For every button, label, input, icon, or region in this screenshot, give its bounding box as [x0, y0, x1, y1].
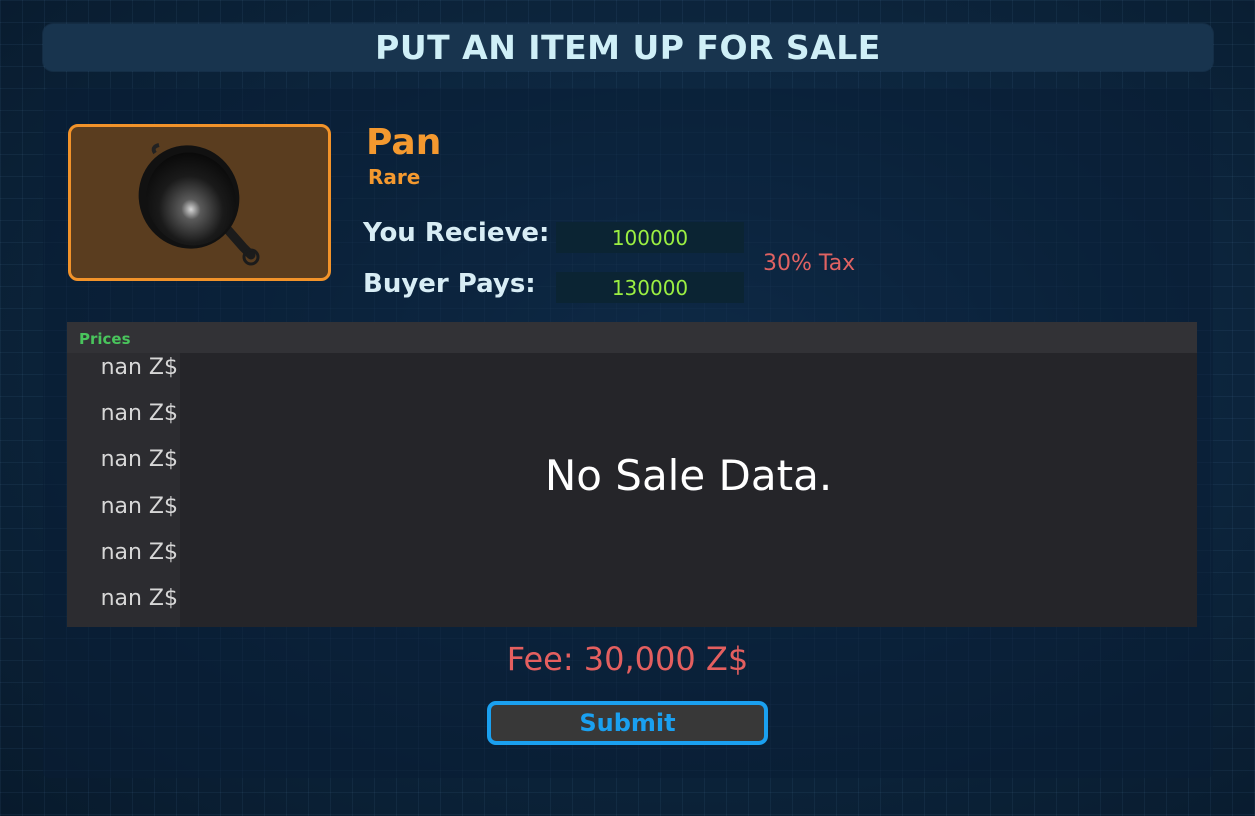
tax-label: 30% Tax: [763, 251, 856, 276]
buyer-pays-amount: 130000: [556, 272, 744, 303]
prices-chart: Prices nan Z$ nan Z$ nan Z$ nan Z$ nan Z…: [67, 322, 1197, 627]
axis-tick-label: nan Z$: [100, 586, 178, 611]
buyer-pays-label: Buyer Pays:: [363, 269, 536, 299]
item-rarity: Rare: [368, 165, 421, 189]
fee-label: Fee: 30,000 Z$: [506, 640, 749, 678]
empty-state-message: No Sale Data.: [544, 450, 833, 500]
frying-pan-icon: [138, 143, 260, 266]
item-name: Pan: [366, 122, 442, 163]
price-axis: nan Z$ nan Z$ nan Z$ nan Z$ nan Z$ nan Z…: [67, 353, 180, 627]
receive-label: You Recieve:: [363, 218, 550, 248]
axis-tick-label: nan Z$: [100, 447, 178, 472]
axis-tick-label: nan Z$: [100, 494, 178, 519]
axis-tick-label: nan Z$: [100, 540, 178, 565]
prices-header: Prices: [67, 322, 1197, 353]
receive-amount-input[interactable]: 100000: [556, 222, 744, 253]
title-bar: PUT AN ITEM UP FOR SALE: [43, 24, 1213, 71]
axis-tick-label: nan Z$: [100, 401, 178, 426]
item-thumbnail: [68, 124, 331, 281]
submit-button[interactable]: Submit: [487, 701, 768, 745]
axis-tick-label: nan Z$: [100, 355, 178, 380]
page-title: PUT AN ITEM UP FOR SALE: [375, 28, 881, 67]
prices-title: Prices: [79, 330, 131, 348]
